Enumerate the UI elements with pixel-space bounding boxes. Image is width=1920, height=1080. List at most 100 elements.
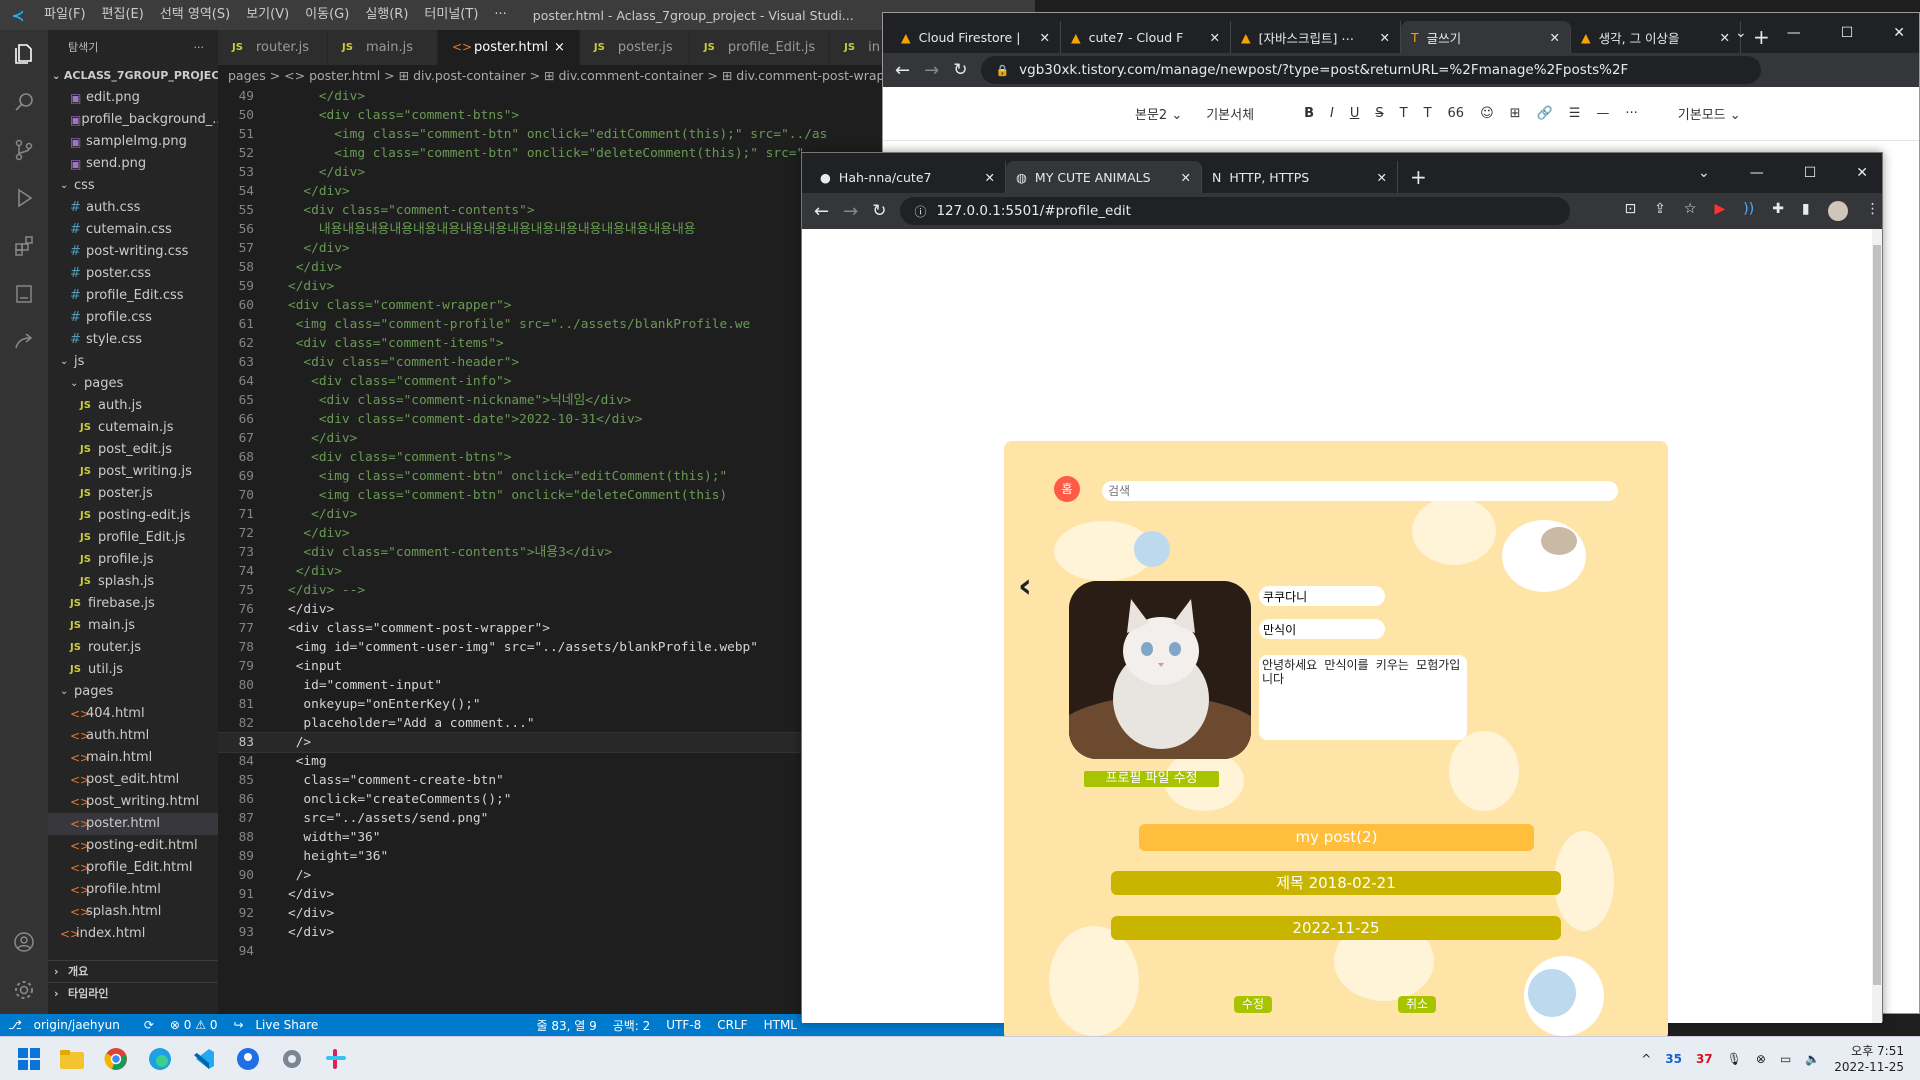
remote-explorer-icon[interactable]: [0, 270, 48, 318]
reload-icon[interactable]: ↻: [953, 60, 967, 80]
file-item[interactable]: <> splash.html: [48, 901, 218, 923]
chrome-menu-icon[interactable]: ⋮: [1866, 201, 1880, 221]
puzzle-icon[interactable]: ✚: [1772, 201, 1784, 221]
tab-close-icon[interactable]: ✕: [1181, 170, 1191, 185]
run-debug-icon[interactable]: [0, 174, 48, 222]
new-tab-button[interactable]: +: [1398, 161, 1439, 193]
file-item[interactable]: JS cutemain.js: [48, 417, 218, 439]
sidepanel-icon[interactable]: ▮: [1802, 201, 1810, 221]
file-item[interactable]: # profile_Edit.css: [48, 285, 218, 307]
clock[interactable]: 오후 7:51 2022-11-25: [1834, 1043, 1904, 1075]
my-post-header[interactable]: my post(2): [1139, 824, 1534, 851]
file-item[interactable]: <> post_edit.html: [48, 769, 218, 791]
tab-close-icon[interactable]: ✕: [1040, 30, 1050, 45]
format-toolbar-button[interactable]: T: [1392, 106, 1416, 121]
tray-counter-red[interactable]: 37: [1696, 1052, 1713, 1066]
file-item[interactable]: <> 404.html: [48, 703, 218, 725]
volume-icon[interactable]: 🔈: [1805, 1052, 1820, 1066]
file-item[interactable]: ▣ send.png: [48, 153, 218, 175]
tab-close-icon[interactable]: ✕: [1210, 30, 1220, 45]
tab-close-icon[interactable]: ✕: [1550, 30, 1560, 45]
menu-edit[interactable]: 편집(E): [94, 0, 152, 30]
dropdown-icon[interactable]: ⌄: [1698, 165, 1710, 181]
file-item[interactable]: # cutemain.css: [48, 219, 218, 241]
search-icon[interactable]: [0, 78, 48, 126]
file-item[interactable]: JS profile_Edit.js: [48, 527, 218, 549]
file-item[interactable]: <> auth.html: [48, 725, 218, 747]
file-item[interactable]: # poster.css: [48, 263, 218, 285]
post-item[interactable]: 제목 2018-02-21: [1111, 871, 1561, 895]
dropdown-icon[interactable]: ⌄: [1735, 25, 1747, 41]
account-icon[interactable]: [0, 918, 48, 966]
file-item[interactable]: <> main.html: [48, 747, 218, 769]
tab-close-icon[interactable]: ✕: [985, 170, 995, 185]
format-toolbar-button[interactable]: 기본모드 ⌄: [1670, 104, 1749, 123]
project-root[interactable]: ⌄ ACLASS_7GROUP_PROJECT: [48, 65, 218, 87]
post-item[interactable]: 2022-11-25: [1111, 916, 1561, 940]
timeline-section[interactable]: › 타임라인: [48, 982, 218, 1005]
format-toolbar-button[interactable]: S: [1367, 106, 1391, 121]
reload-icon[interactable]: ↻: [872, 201, 886, 221]
format-toolbar-button[interactable]: 66: [1440, 106, 1473, 121]
forward-icon[interactable]: →: [843, 201, 858, 222]
folder-item[interactable]: ⌄ pages: [48, 373, 218, 395]
microphone-icon[interactable]: 🎙: [1727, 1052, 1742, 1066]
menu-file[interactable]: 파일(F): [36, 0, 94, 30]
translate-icon[interactable]: ⊡: [1624, 201, 1636, 221]
editor-tab[interactable]: <> poster.html ×: [438, 30, 580, 65]
live-share-status[interactable]: ↪ Live Share: [225, 1018, 334, 1032]
file-item[interactable]: <> profile.html: [48, 879, 218, 901]
tab-close-icon[interactable]: ✕: [1377, 170, 1387, 185]
live-share-icon[interactable]: [0, 318, 48, 366]
file-item[interactable]: JS poster.js: [48, 483, 218, 505]
youtube-ext-icon[interactable]: ▶: [1714, 201, 1725, 221]
file-item[interactable]: JS profile.js: [48, 549, 218, 571]
format-toolbar-button[interactable]: ···: [1617, 106, 1645, 121]
back-icon[interactable]: ←: [895, 60, 910, 81]
scrollbar-thumb[interactable]: [1873, 245, 1881, 985]
file-item[interactable]: ▣ sampleImg.png: [48, 131, 218, 153]
tray-expand-icon[interactable]: ^: [1641, 1052, 1651, 1066]
page-scrollbar[interactable]: [1872, 229, 1882, 1023]
file-item[interactable]: <> index.html: [48, 923, 218, 945]
format-toolbar-button[interactable]: 본문2 ⌄: [1123, 104, 1194, 123]
share-icon[interactable]: ⇪: [1654, 201, 1666, 221]
file-item[interactable]: JS firebase.js: [48, 593, 218, 615]
forward-icon[interactable]: →: [924, 60, 939, 81]
maximize-icon[interactable]: ☐: [1841, 25, 1854, 41]
format-toolbar-button[interactable]: ☺: [1472, 106, 1502, 121]
browser-tab[interactable]: ▲ 생각, 그 이상을 ✕: [1571, 21, 1741, 53]
vscode-taskbar-icon[interactable]: [192, 1047, 216, 1071]
back-arrow-button[interactable]: ‹: [1018, 569, 1032, 603]
front-address-bar[interactable]: ⓘ 127.0.0.1:5501/#profile_edit: [900, 197, 1571, 225]
format-toolbar-button[interactable]: U: [1342, 106, 1368, 121]
format-toolbar-button[interactable]: B: [1296, 106, 1322, 121]
close-icon[interactable]: ✕: [1893, 25, 1905, 41]
menu-run[interactable]: 실행(R): [357, 0, 416, 30]
file-item[interactable]: <> posting-edit.html: [48, 835, 218, 857]
file-item[interactable]: ▣ profile_background_...: [48, 109, 218, 131]
browser-tab[interactable]: N HTTP, HTTPS ✕: [1202, 161, 1398, 193]
indent-status[interactable]: 공백: 2: [605, 1017, 659, 1034]
editor-tab[interactable]: JS main.js: [328, 30, 438, 65]
home-badge[interactable]: 홈: [1054, 476, 1080, 502]
browser-tab[interactable]: ● Hah-nna/cute7 ✕: [810, 161, 1006, 193]
tab-close-icon[interactable]: ×: [554, 30, 565, 65]
file-item[interactable]: JS util.js: [48, 659, 218, 681]
outline-section[interactable]: › 개요: [48, 960, 218, 983]
audio-ext-icon[interactable]: )): [1743, 201, 1754, 221]
explorer-icon[interactable]: [0, 30, 48, 78]
file-item[interactable]: # style.css: [48, 329, 218, 351]
extensions-icon[interactable]: [0, 222, 48, 270]
file-item[interactable]: JS main.js: [48, 615, 218, 637]
maps-icon[interactable]: [236, 1047, 260, 1071]
format-toolbar-button[interactable]: I: [1322, 106, 1342, 121]
tab-close-icon[interactable]: ✕: [1720, 30, 1730, 45]
blocked-icon[interactable]: ⊗: [1756, 1052, 1766, 1066]
edge-icon[interactable]: [148, 1047, 172, 1071]
slack-icon[interactable]: [324, 1047, 348, 1071]
save-button[interactable]: 수정: [1234, 996, 1272, 1013]
tab-close-icon[interactable]: ✕: [1380, 30, 1390, 45]
file-item[interactable]: JS post_edit.js: [48, 439, 218, 461]
editor-tab[interactable]: JS router.js: [218, 30, 328, 65]
